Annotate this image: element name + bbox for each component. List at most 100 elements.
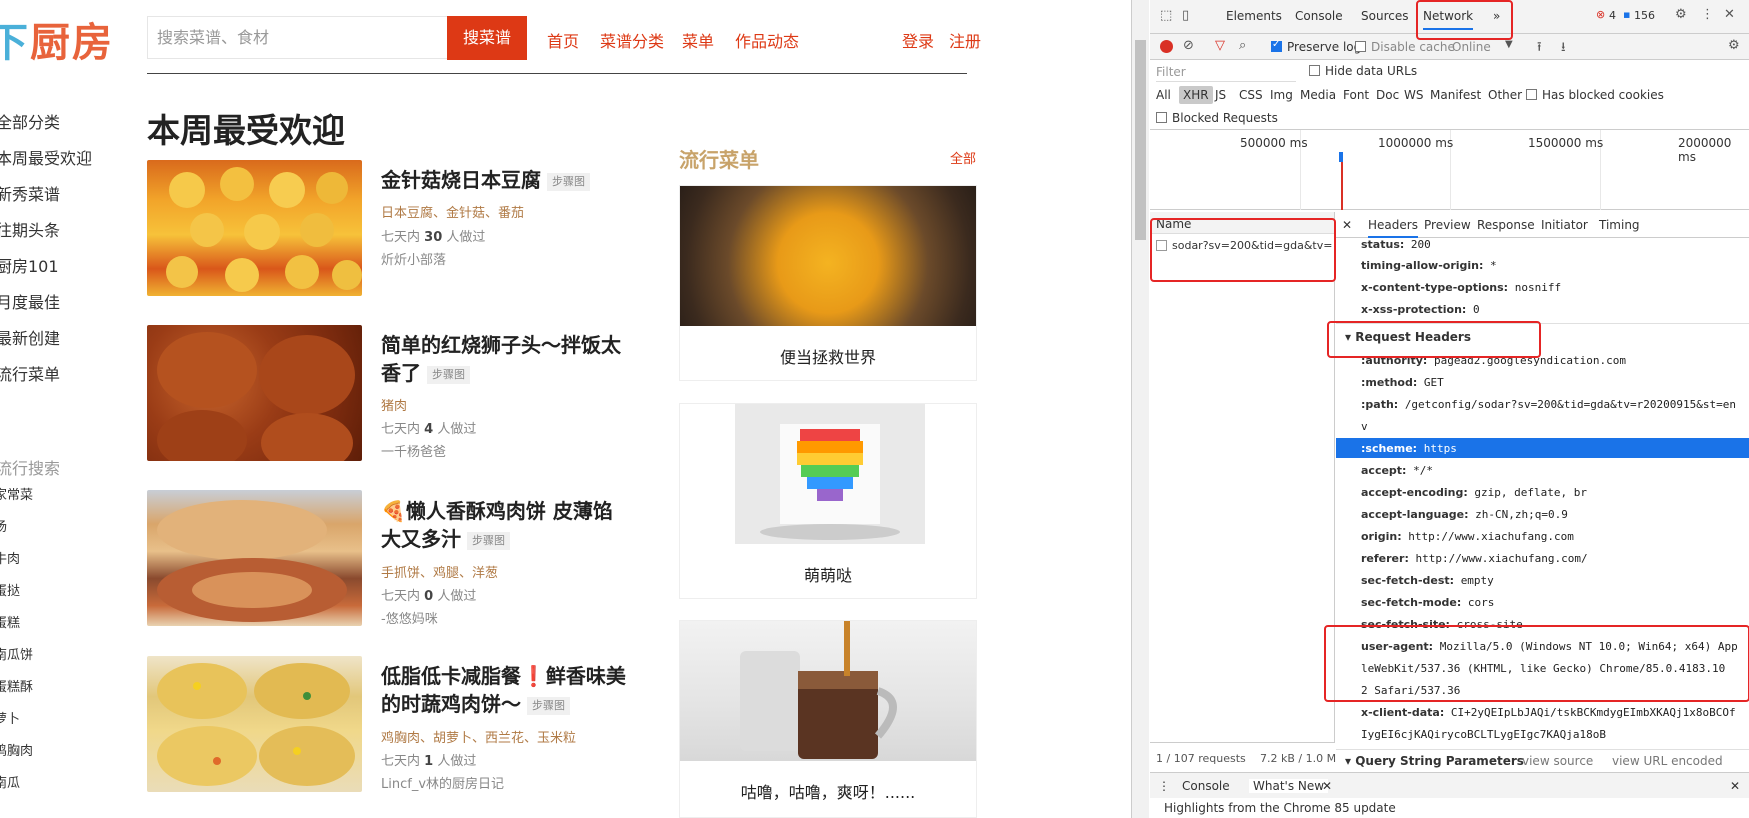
- menu-card[interactable]: 萌萌哒: [679, 403, 977, 599]
- tab-sources[interactable]: Sources: [1361, 9, 1408, 23]
- hot-search-item[interactable]: 鸡胸肉: [0, 740, 33, 759]
- menu-title[interactable]: 萌萌哒: [680, 562, 976, 586]
- filter-input[interactable]: Filter: [1156, 65, 1296, 82]
- filter-type-img[interactable]: Img: [1270, 88, 1293, 102]
- recipe-image[interactable]: [147, 656, 362, 792]
- sidebar-item-all-categories[interactable]: 全部分类: [0, 109, 60, 133]
- import-har-icon[interactable]: ⭱: [1537, 38, 1542, 60]
- filter-type-font[interactable]: Font: [1343, 88, 1369, 102]
- menu-title[interactable]: 便当拯救世界: [680, 344, 976, 368]
- record-icon[interactable]: [1160, 40, 1173, 53]
- page-scrollbar[interactable]: [1132, 0, 1149, 818]
- sidebar-item-past-headlines[interactable]: 往期头条: [0, 217, 60, 241]
- hot-search-item[interactable]: 南瓜饼: [0, 644, 33, 663]
- hot-menu-all-link[interactable]: 全部: [950, 148, 976, 167]
- tab-response[interactable]: Response: [1477, 218, 1535, 232]
- has-blocked-cookies-checkbox[interactable]: [1526, 89, 1537, 100]
- hot-search-item[interactable]: 蛋糕酥: [0, 676, 33, 695]
- hot-search-item[interactable]: 蛋糕: [0, 612, 20, 631]
- filter-type-xhr[interactable]: XHR: [1179, 86, 1213, 104]
- search-button[interactable]: 搜菜谱: [447, 16, 527, 60]
- hot-search-item[interactable]: 蛋挞: [0, 580, 20, 599]
- menu-card[interactable]: 便当拯救世界: [679, 185, 977, 381]
- recipe-image[interactable]: [147, 325, 362, 461]
- search-input[interactable]: 搜索菜谱、食材: [147, 16, 447, 59]
- sidebar-item-popular-menus[interactable]: 流行菜单: [0, 361, 60, 385]
- filter-type-css[interactable]: CSS: [1239, 88, 1263, 102]
- network-settings-gear-icon[interactable]: ⚙: [1728, 38, 1740, 53]
- menu-title[interactable]: 咕噜，咕噜，爽呀！......: [680, 779, 976, 803]
- site-logo[interactable]: 下厨房: [0, 10, 114, 68]
- export-har-icon[interactable]: ⭳: [1561, 38, 1566, 60]
- chevron-down-icon[interactable]: ▼: [1505, 39, 1513, 50]
- close-details-icon[interactable]: ✕: [1342, 218, 1352, 232]
- message-icon[interactable]: ▪: [1623, 8, 1630, 21]
- recipe-ingredients[interactable]: 鸡胸肉、胡萝卜、西兰花、玉米粒: [381, 727, 576, 746]
- recipe-image[interactable]: [147, 160, 362, 296]
- throttling-select[interactable]: Online: [1452, 40, 1491, 54]
- view-url-encoded-link[interactable]: view URL encoded: [1612, 754, 1723, 768]
- recipe-title-text[interactable]: 金针菇烧日本豆腐: [381, 168, 541, 192]
- inspect-icon[interactable]: ⬚: [1160, 8, 1172, 23]
- recipe-ingredients[interactable]: 日本豆腐、金针菇、番茄: [381, 202, 524, 221]
- hot-search-item[interactable]: 汤: [0, 516, 7, 535]
- tab-headers[interactable]: Headers: [1368, 218, 1418, 238]
- tab-initiator[interactable]: Initiator: [1541, 218, 1588, 232]
- recipe-title[interactable]: 🍕懒人香酥鸡肉饼 皮薄馅大又多汁 步骤图: [381, 497, 631, 553]
- nav-home[interactable]: 首页: [547, 28, 579, 52]
- close-drawer-icon[interactable]: ✕: [1730, 779, 1740, 793]
- recipe-author[interactable]: -悠悠妈咪: [381, 608, 438, 627]
- login-link[interactable]: 登录: [902, 28, 934, 52]
- recipe-title[interactable]: 简单的红烧狮子头～拌饭太香了 步骤图: [381, 331, 631, 387]
- hot-search-item[interactable]: 南瓜: [0, 772, 20, 791]
- drawer-menu-icon[interactable]: ⋮: [1158, 779, 1170, 793]
- nav-recipe-category[interactable]: 菜谱分类: [600, 28, 664, 52]
- filter-type-doc[interactable]: Doc: [1376, 88, 1399, 102]
- error-icon[interactable]: ⊗: [1596, 8, 1605, 21]
- recipe-image[interactable]: [147, 490, 362, 626]
- recipe-author[interactable]: 一千杨爸爸: [381, 441, 446, 460]
- clear-icon[interactable]: ⊘: [1183, 38, 1194, 53]
- kebab-menu-icon[interactable]: ⋮: [1701, 7, 1714, 22]
- settings-gear-icon[interactable]: ⚙: [1675, 7, 1687, 22]
- blocked-requests-checkbox[interactable]: [1156, 112, 1167, 123]
- sidebar-item-new-recipes[interactable]: 新秀菜谱: [0, 181, 60, 205]
- view-source-link[interactable]: view source: [1522, 754, 1593, 768]
- tab-console[interactable]: Console: [1295, 9, 1343, 23]
- filter-type-manifest[interactable]: Manifest: [1430, 88, 1481, 102]
- scrollbar-thumb[interactable]: [1135, 40, 1146, 240]
- recipe-author[interactable]: 炘炘小部落: [381, 249, 446, 268]
- filter-type-media[interactable]: Media: [1300, 88, 1336, 102]
- recipe-ingredients[interactable]: 猪肉: [381, 395, 407, 414]
- search-icon[interactable]: ⌕: [1239, 38, 1246, 53]
- filter-type-ws[interactable]: WS: [1404, 88, 1423, 102]
- sidebar-item-kitchen-101[interactable]: 厨房101: [0, 253, 59, 277]
- tab-timing[interactable]: Timing: [1599, 218, 1640, 232]
- drawer-tab-whats-new[interactable]: What's New: [1249, 779, 1329, 793]
- hot-search-item[interactable]: 牛肉: [0, 548, 20, 567]
- recipe-ingredients[interactable]: 手抓饼、鸡腿、洋葱: [381, 562, 498, 581]
- disable-cache-checkbox[interactable]: [1355, 41, 1366, 52]
- filter-icon[interactable]: ▽: [1215, 38, 1225, 53]
- close-devtools-icon[interactable]: ✕: [1724, 7, 1735, 22]
- register-link[interactable]: 注册: [949, 28, 981, 52]
- hot-search-item[interactable]: 家常菜: [0, 484, 33, 503]
- drawer-tab-console[interactable]: Console: [1182, 779, 1230, 793]
- nav-menu[interactable]: 菜单: [682, 28, 714, 52]
- tab-preview[interactable]: Preview: [1424, 218, 1471, 232]
- filter-type-js[interactable]: JS: [1215, 88, 1226, 102]
- hot-search-item[interactable]: 萝卜: [0, 708, 20, 727]
- nav-works[interactable]: 作品动态: [735, 28, 799, 52]
- recipe-title[interactable]: 金针菇烧日本豆腐 步骤图: [381, 166, 631, 194]
- recipe-title[interactable]: 低脂低卡减脂餐❗️鲜香味美的时蔬鸡肉饼～ 步骤图: [381, 662, 631, 718]
- network-timeline[interactable]: 500000 ms 1000000 ms 1500000 ms 2000000 …: [1150, 130, 1749, 210]
- recipe-title-text[interactable]: 低脂低卡减脂餐❗️鲜香味美的时蔬鸡肉饼～: [381, 664, 626, 716]
- message-count[interactable]: 156: [1634, 9, 1655, 22]
- query-string-section[interactable]: ▾ Query String Parameters view source vi…: [1336, 749, 1749, 771]
- error-count[interactable]: 4: [1609, 9, 1616, 22]
- sidebar-item-monthly-best[interactable]: 月度最佳: [0, 289, 60, 313]
- tab-elements[interactable]: Elements: [1226, 9, 1282, 23]
- recipe-author[interactable]: Lincf_v林的厨房日记: [381, 773, 504, 792]
- recipe-title-text[interactable]: 简单的红烧狮子头～拌饭太香了: [381, 333, 621, 385]
- filter-type-other[interactable]: Other: [1488, 88, 1522, 102]
